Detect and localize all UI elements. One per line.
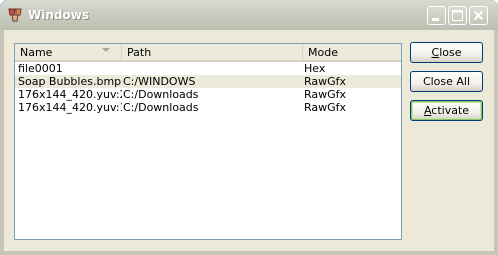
- column-header-label: Mode: [308, 46, 338, 59]
- window-border-bottom[interactable]: [0, 251, 498, 255]
- windows-dialog: Windows Name Path Mode file0001 Hex Soap…: [0, 0, 498, 255]
- close-label-rest: lose: [439, 46, 462, 59]
- column-header-path[interactable]: Path: [122, 44, 303, 60]
- list-item-selected[interactable]: Soap Bubbles.bmp C:/WINDOWS RawGfx: [15, 75, 401, 88]
- activate-button[interactable]: Activate: [410, 100, 483, 121]
- column-header-name[interactable]: Name: [15, 44, 122, 60]
- activate-label-rest: ctivate: [431, 104, 470, 117]
- item-name: Soap Bubbles.bmp: [18, 75, 122, 88]
- column-header-label: Name: [20, 46, 53, 59]
- list-rows: file0001 Hex Soap Bubbles.bmp C:/WINDOWS…: [15, 62, 401, 114]
- item-name: file0001: [18, 62, 63, 75]
- item-mode: RawGfx: [304, 101, 347, 114]
- column-header-label: Path: [127, 46, 152, 59]
- column-header-mode[interactable]: Mode: [303, 44, 401, 60]
- minimize-icon: [432, 18, 439, 21]
- window-border-left[interactable]: [0, 30, 4, 255]
- item-path: C:/WINDOWS: [123, 75, 196, 88]
- list-header: Name Path Mode: [15, 44, 401, 62]
- list-item[interactable]: 176x144_420.yuv:1 C:/Downloads RawGfx: [15, 101, 401, 114]
- sextant-icon[interactable]: [7, 7, 23, 23]
- item-path: C:/Downloads: [123, 88, 199, 101]
- minimize-button[interactable]: [427, 6, 446, 25]
- item-name: 176x144_420.yuv:1: [18, 101, 122, 114]
- list-item[interactable]: file0001 Hex: [15, 62, 401, 75]
- sort-descending-icon: [102, 48, 110, 52]
- item-mode: Hex: [304, 62, 326, 75]
- maximize-icon: [452, 10, 463, 21]
- close-button[interactable]: Close: [410, 42, 483, 63]
- close-window-button[interactable]: [469, 6, 488, 25]
- close-all-label: Close All: [422, 75, 471, 88]
- windows-list[interactable]: Name Path Mode file0001 Hex Soap Bubbles…: [14, 43, 402, 240]
- item-path: C:/Downloads: [123, 101, 199, 114]
- window-title: Windows: [28, 8, 89, 22]
- list-item[interactable]: 176x144_420.yuv:2 C:/Downloads RawGfx: [15, 88, 401, 101]
- item-mode: RawGfx: [304, 75, 347, 88]
- title-bar[interactable]: Windows: [0, 0, 498, 31]
- maximize-button[interactable]: [448, 6, 467, 25]
- close-all-button[interactable]: Close All: [410, 71, 483, 92]
- item-mode: RawGfx: [304, 88, 347, 101]
- dialog-body: Name Path Mode file0001 Hex Soap Bubbles…: [4, 30, 494, 251]
- window-border-right[interactable]: [494, 30, 498, 255]
- item-name: 176x144_420.yuv:2: [18, 88, 122, 101]
- close-icon: [473, 10, 484, 21]
